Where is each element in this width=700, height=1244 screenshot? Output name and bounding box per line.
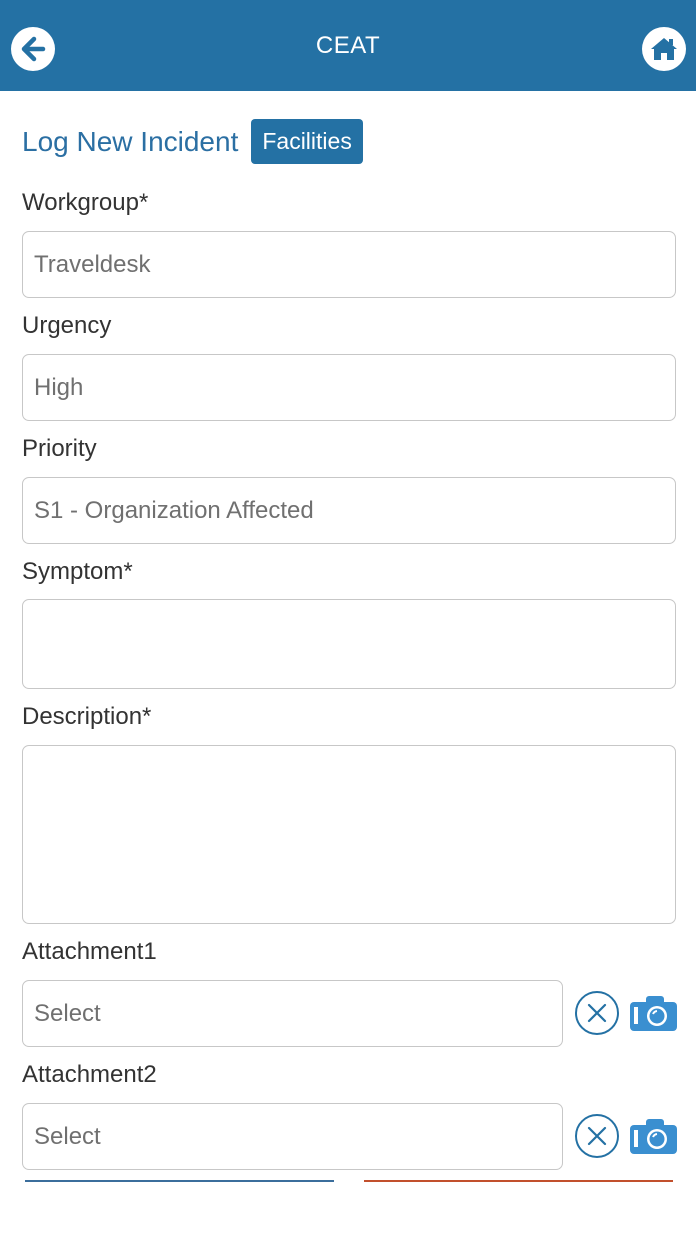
attachment1-select[interactable]: Select [22, 980, 563, 1047]
priority-field[interactable]: S1 - Organization Affected [22, 477, 676, 544]
workgroup-value: Traveldesk [34, 250, 151, 278]
urgency-field[interactable]: High [22, 354, 676, 421]
attachment1-clear-button[interactable] [575, 991, 619, 1035]
page-title: Log New Incident [22, 125, 239, 157]
urgency-label: Urgency [22, 312, 112, 339]
workgroup-field[interactable]: Traveldesk [22, 231, 676, 298]
priority-label: Priority [22, 435, 97, 462]
cancel-button-edge[interactable] [364, 1180, 673, 1182]
workgroup-label: Workgroup* [22, 189, 149, 216]
symptom-field[interactable] [22, 599, 676, 689]
app-header: CEAT [0, 0, 696, 91]
home-button[interactable] [642, 27, 686, 71]
description-label: Description* [22, 703, 152, 730]
attachment2-placeholder: Select [34, 1122, 101, 1150]
attachment1-placeholder: Select [34, 999, 101, 1027]
attachment1-label: Attachment1 [22, 938, 157, 965]
description-field[interactable] [22, 745, 676, 924]
attachment2-clear-button[interactable] [575, 1114, 619, 1158]
close-icon [587, 1003, 607, 1023]
app-title: CEAT [315, 31, 381, 59]
attachment2-camera-icon[interactable] [630, 1119, 677, 1154]
submit-button-edge[interactable] [25, 1180, 334, 1182]
home-icon [651, 38, 677, 60]
attachment2-select[interactable]: Select [22, 1103, 563, 1170]
back-button[interactable] [11, 27, 55, 71]
priority-value: S1 - Organization Affected [34, 496, 314, 524]
attachment1-camera-icon[interactable] [630, 996, 677, 1031]
attachment2-label: Attachment2 [22, 1061, 157, 1088]
arrow-left-icon [21, 36, 46, 62]
category-badge[interactable]: Facilities [251, 119, 363, 164]
close-icon [587, 1126, 607, 1146]
urgency-value: High [34, 373, 84, 401]
symptom-label: Symptom* [22, 558, 133, 585]
title-row: Log New Incident Facilities [22, 119, 363, 164]
